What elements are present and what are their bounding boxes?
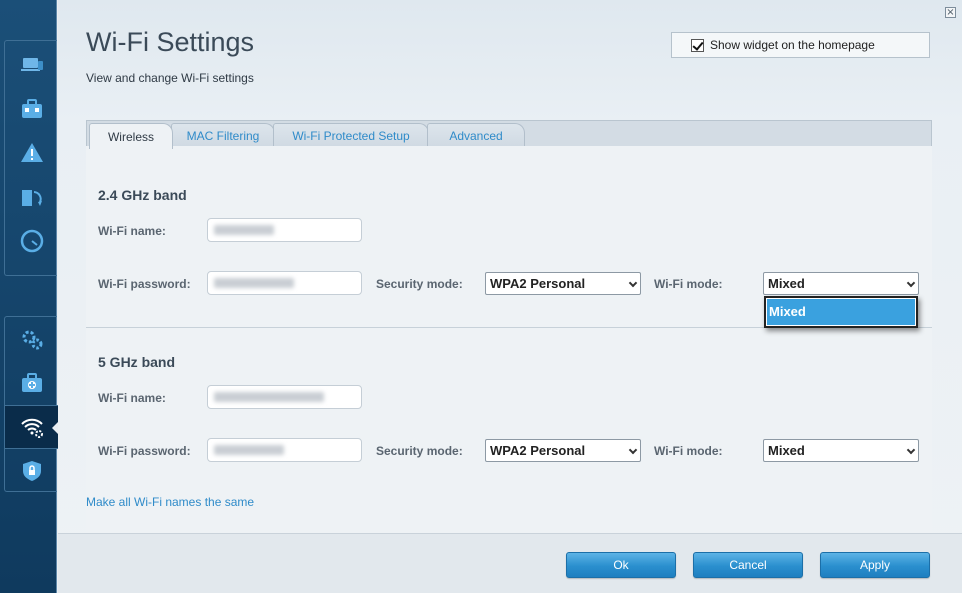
- obscured-value: [214, 278, 294, 288]
- band-24-mode-select[interactable]: Mixed: [763, 272, 919, 295]
- sidebar-item-devices[interactable]: [5, 43, 58, 87]
- footer: Ok Cancel Apply: [58, 533, 962, 593]
- band-24-security-value: WPA2 Personal: [490, 276, 586, 291]
- band-5-title: 5 GHz band: [98, 354, 176, 370]
- toolbox-icon: [21, 99, 42, 118]
- gears-icon: [22, 330, 42, 350]
- band-5-mode-value: Mixed: [768, 443, 805, 458]
- ok-button[interactable]: Ok: [566, 552, 676, 578]
- make-names-same-link[interactable]: Make all Wi-Fi names the same: [86, 495, 254, 509]
- band-24-mode-label: Wi-Fi mode:: [654, 277, 723, 291]
- show-widget-label: Show widget on the homepage: [710, 38, 875, 52]
- band-5-security-select[interactable]: WPA2 Personal: [485, 439, 641, 462]
- band-5-password-input[interactable]: [207, 438, 362, 462]
- sidebar-item-wifi-settings[interactable]: [5, 405, 59, 449]
- warning-icon: [20, 143, 43, 162]
- sidebar-item-security[interactable]: [5, 449, 58, 493]
- sidebar-item-toolbox[interactable]: [5, 87, 58, 131]
- page-subtitle: View and change Wi-Fi settings: [86, 71, 254, 85]
- tab-mac-filtering[interactable]: MAC Filtering: [171, 123, 275, 148]
- band-24-security-label: Security mode:: [376, 277, 463, 291]
- band-5-name-input[interactable]: [207, 385, 362, 409]
- close-icon[interactable]: ×: [945, 7, 956, 18]
- chevron-down-icon: [628, 278, 638, 288]
- wireless-content: [86, 146, 932, 533]
- sidebar-item-speed-test[interactable]: [5, 219, 58, 263]
- apply-button[interactable]: Apply: [820, 552, 930, 578]
- sidebar-item-diagnostics[interactable]: [5, 361, 58, 405]
- tab-advanced[interactable]: Advanced: [427, 123, 525, 148]
- band-24-mode-value: Mixed: [768, 276, 805, 291]
- band-24-name-input[interactable]: [207, 218, 362, 242]
- shield-lock-icon: [22, 461, 41, 481]
- dropdown-option-mixed[interactable]: Mixed: [767, 299, 915, 325]
- page-title: Wi-Fi Settings: [86, 27, 255, 57]
- band-5-security-value: WPA2 Personal: [490, 443, 586, 458]
- band-24-name-label: Wi-Fi name:: [98, 224, 166, 238]
- band-5-mode-select[interactable]: Mixed: [763, 439, 919, 462]
- band-5-name-label: Wi-Fi name:: [98, 391, 166, 405]
- sidebar-group-bottom: [4, 316, 59, 493]
- tab-wifi-protected-setup[interactable]: Wi-Fi Protected Setup: [273, 123, 429, 148]
- tab-wireless[interactable]: Wireless: [89, 123, 173, 149]
- first-aid-icon: [21, 373, 42, 392]
- refresh-icon: [21, 190, 42, 206]
- laptop-icon: [20, 58, 43, 71]
- band-24-security-select[interactable]: WPA2 Personal: [485, 272, 641, 295]
- chevron-down-icon: [906, 445, 916, 455]
- cancel-button[interactable]: Cancel: [693, 552, 803, 578]
- band-5-security-label: Security mode:: [376, 444, 463, 458]
- chevron-down-icon: [628, 445, 638, 455]
- obscured-value: [214, 445, 284, 455]
- chevron-down-icon: [906, 278, 916, 288]
- speedometer-icon: [20, 229, 43, 253]
- band-24-password-input[interactable]: [207, 271, 362, 295]
- sidebar-item-connectivity[interactable]: [5, 175, 58, 219]
- wifi-mode-dropdown: Mixed: [764, 296, 918, 328]
- sidebar-group-top: [4, 40, 57, 276]
- obscured-value: [214, 392, 324, 402]
- band-5-mode-label: Wi-Fi mode:: [654, 444, 723, 458]
- tab-bar: Wireless MAC Filtering Wi-Fi Protected S…: [86, 120, 932, 149]
- band-5-password-label: Wi-Fi password:: [98, 444, 191, 458]
- show-widget-checkbox[interactable]: [691, 38, 704, 52]
- sidebar: [0, 0, 59, 593]
- wifi-settings-icon: [20, 418, 43, 438]
- band-24-password-label: Wi-Fi password:: [98, 277, 191, 291]
- band-24-title: 2.4 GHz band: [98, 187, 187, 203]
- obscured-value: [214, 225, 274, 235]
- widget-option: Show widget on the homepage: [671, 32, 930, 58]
- sidebar-item-troubleshooting[interactable]: [5, 131, 58, 175]
- sidebar-item-settings[interactable]: [5, 317, 58, 361]
